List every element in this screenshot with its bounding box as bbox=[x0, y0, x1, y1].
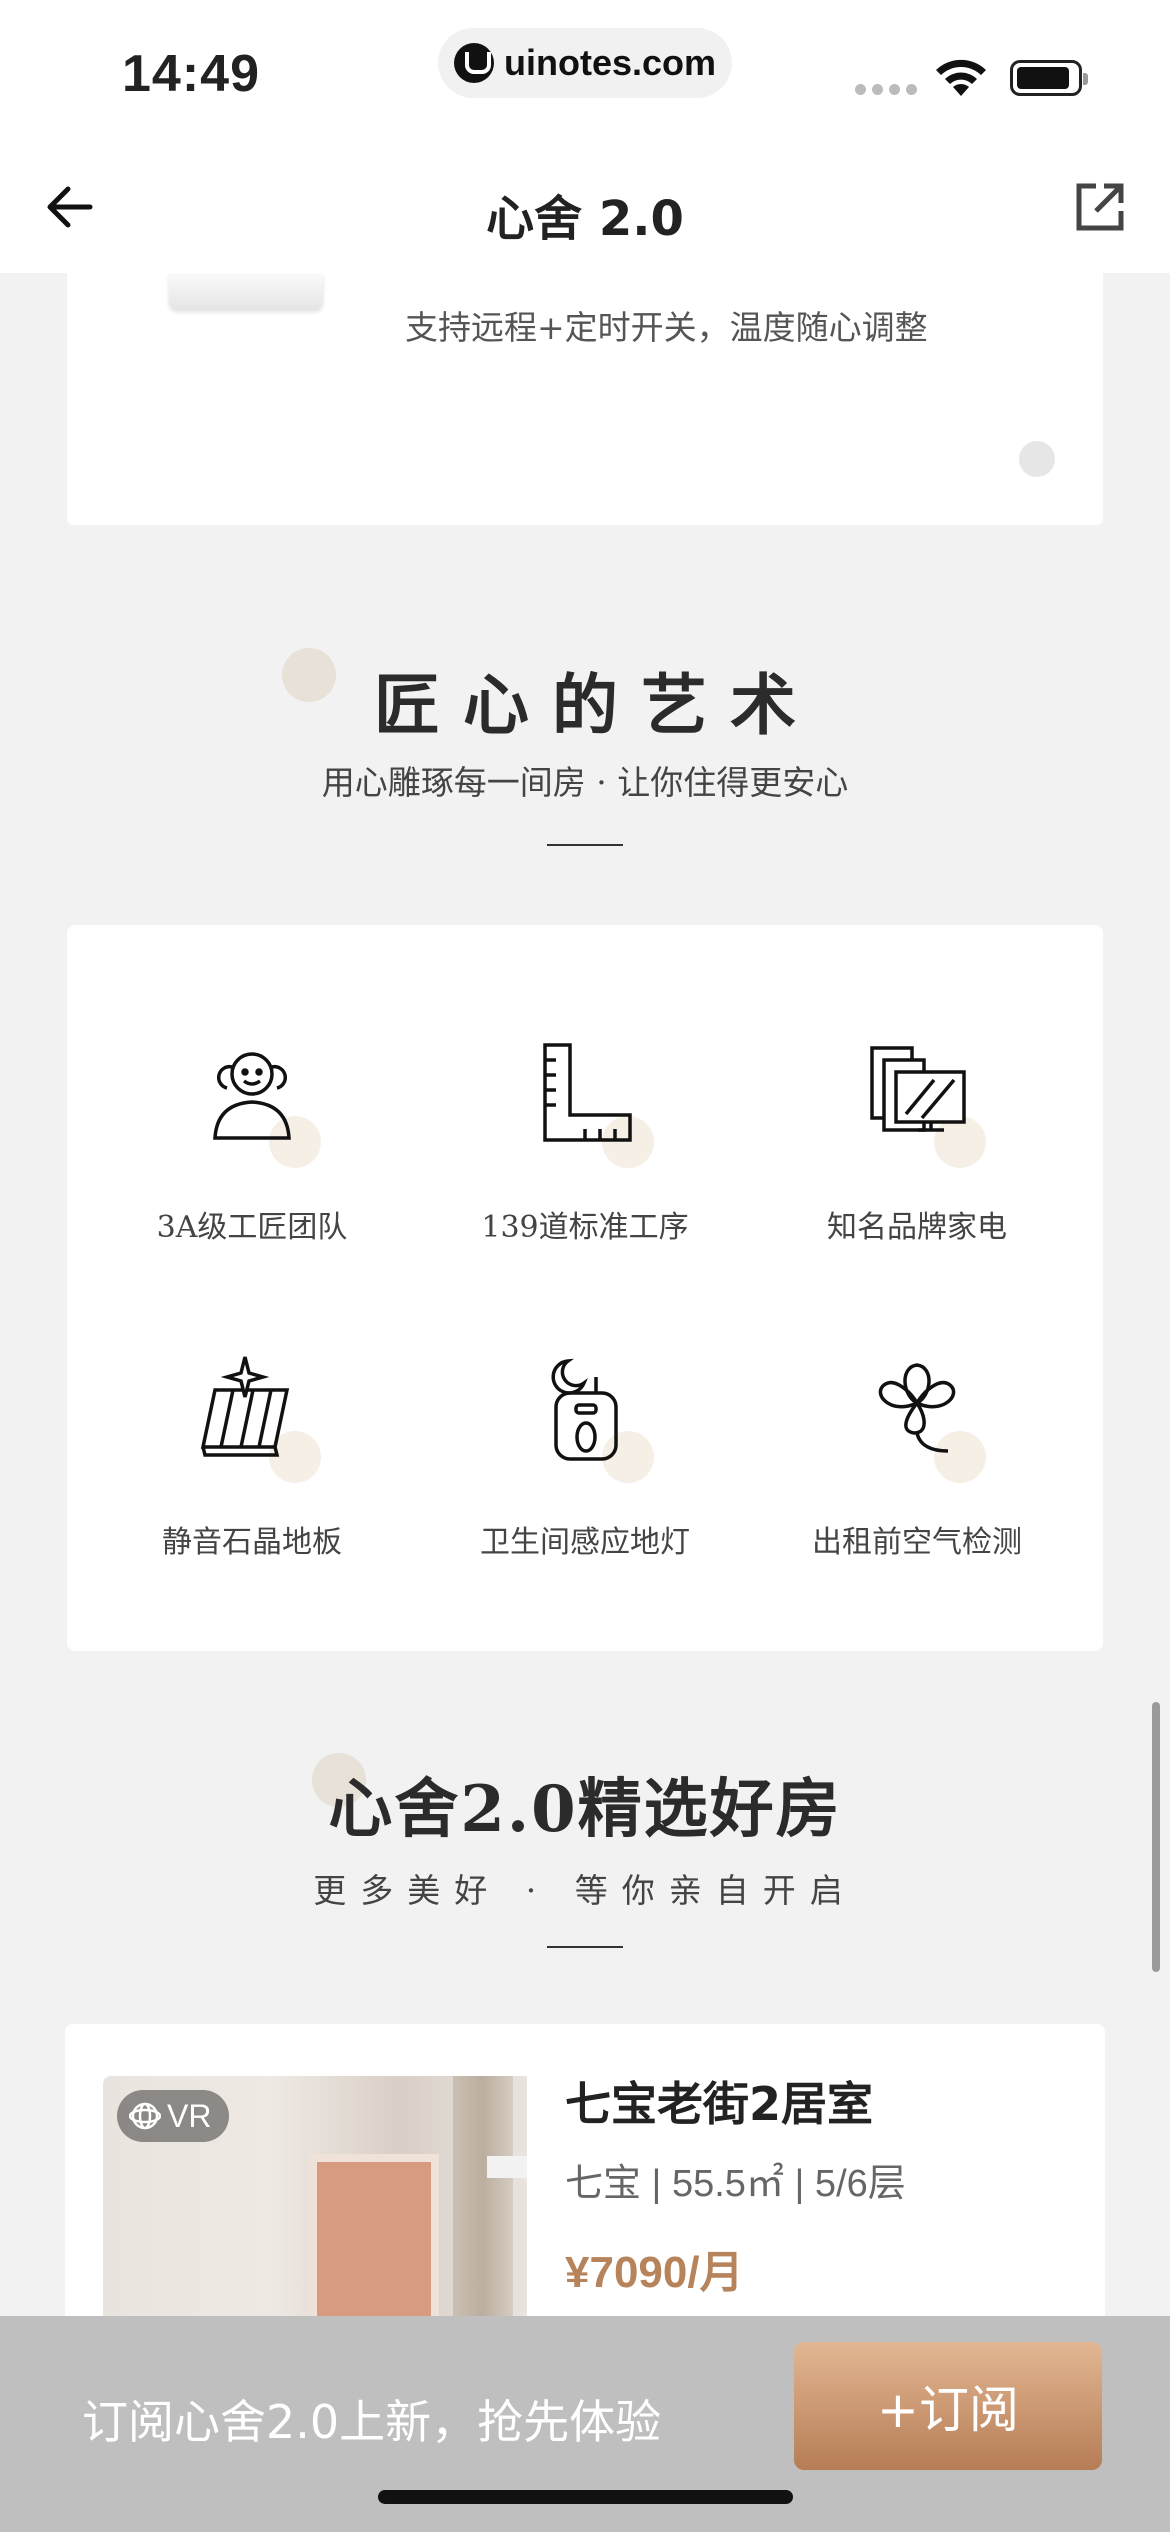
feature-item: 卫生间感应地灯 bbox=[435, 1355, 735, 1561]
feature-label: 139道标准工序 bbox=[481, 1210, 689, 1245]
floor-icon bbox=[200, 1356, 290, 1457]
external-link-icon bbox=[1076, 183, 1124, 231]
feature-label: 卫生间感应地灯 bbox=[480, 1525, 690, 1560]
feature-label: 3A级工匠团队 bbox=[156, 1210, 348, 1245]
feature-item: 知名品牌家电 bbox=[767, 1040, 1067, 1246]
share-button[interactable] bbox=[1068, 175, 1132, 239]
vr-label: VR bbox=[167, 2097, 212, 2134]
feature-item: 139道标准工序 bbox=[435, 1040, 735, 1246]
feature-label: 知名品牌家电 bbox=[827, 1210, 1007, 1245]
nav-bar: 心舍 2.0 bbox=[0, 145, 1170, 273]
divider bbox=[547, 1946, 623, 1948]
signal-icon bbox=[855, 84, 917, 95]
subscribe-text: 订阅心舍2.0上新，抢先体验 bbox=[82, 2395, 662, 2449]
battery-icon bbox=[1010, 60, 1088, 96]
team-icon bbox=[213, 1052, 291, 1140]
page-title: 心舍 2.0 bbox=[486, 191, 684, 247]
url-pill[interactable]: uinotes.com bbox=[438, 28, 732, 98]
features-card: 3A级工匠团队 139道标准工序 知名品牌家电 静音石晶地板 卫生间感应地灯 出… bbox=[67, 925, 1103, 1651]
subscribe-button[interactable]: +订阅 bbox=[794, 2342, 1102, 2470]
ac-description: 支持远程+定时开关，温度随心调整 bbox=[405, 308, 928, 347]
carousel-dot[interactable] bbox=[1019, 441, 1055, 477]
feature-item: 3A级工匠团队 bbox=[102, 1040, 402, 1246]
ruler-icon bbox=[543, 1043, 632, 1142]
site-logo-icon bbox=[454, 43, 494, 83]
feature-item: 静音石晶地板 bbox=[102, 1355, 402, 1561]
feature-card-ac: 支持远程+定时开关，温度随心调整 bbox=[67, 273, 1103, 525]
feature-label: 出租前空气检测 bbox=[812, 1525, 1022, 1560]
feature-item: 出租前空气检测 bbox=[767, 1355, 1067, 1561]
appliance-icon bbox=[870, 1046, 966, 1132]
section-title: 匠 心 的 艺 术 bbox=[374, 666, 796, 744]
craft-section-header: 匠 心 的 艺 术 用心雕琢每一间房 · 让你住得更安心 bbox=[0, 652, 1170, 846]
scrollbar[interactable] bbox=[1152, 1702, 1160, 1972]
listings-section-header: 心舍2.0精选好房 更多美好 · 等你亲自开启 bbox=[0, 1758, 1170, 1948]
url-text: uinotes.com bbox=[504, 42, 717, 83]
section-title: 心舍2.0精选好房 bbox=[328, 1772, 842, 1847]
listing-meta: 七宝 | 55.5㎡ | 5/6层 bbox=[565, 2163, 906, 2205]
section-subtitle: 更多美好 · 等你亲自开启 bbox=[313, 1871, 857, 1910]
listing-price: ¥7090/月 bbox=[565, 2248, 744, 2297]
vr-icon bbox=[129, 2102, 161, 2130]
home-indicator bbox=[378, 2490, 793, 2504]
status-time: 14:49 bbox=[122, 45, 260, 103]
section-subtitle: 用心雕琢每一间房 · 让你住得更安心 bbox=[321, 763, 849, 802]
air-conditioner-image bbox=[169, 273, 323, 309]
clover-icon bbox=[878, 1363, 956, 1453]
wifi-icon bbox=[936, 59, 986, 96]
divider bbox=[547, 844, 623, 846]
status-bar: 14:49 uinotes.com bbox=[0, 0, 1170, 145]
feature-label: 静音石晶地板 bbox=[162, 1525, 342, 1560]
vr-badge[interactable]: VR bbox=[117, 2090, 230, 2142]
listing-name[interactable]: 七宝老街2居室 bbox=[565, 2068, 873, 2134]
night-light-icon bbox=[551, 1358, 618, 1461]
